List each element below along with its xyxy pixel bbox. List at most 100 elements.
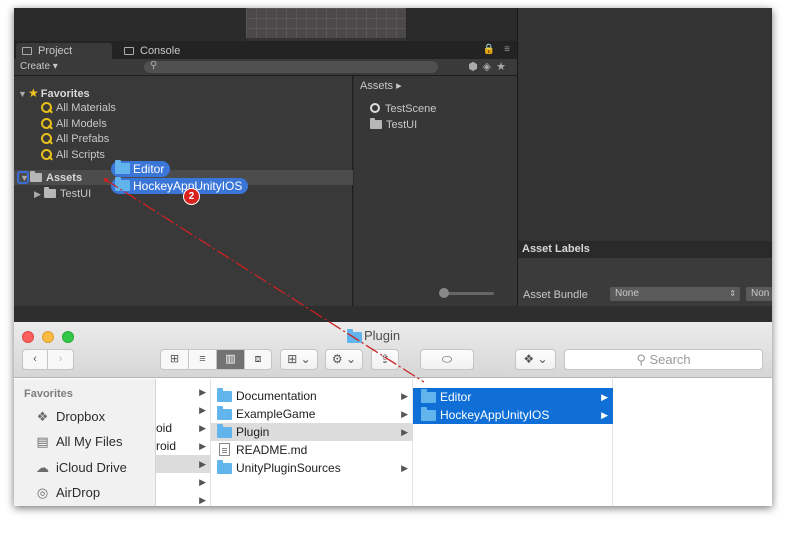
- finder-window: Plugin ‹ › ⊞ ≡ ▥ ⧈ ⊞ ⌄ ⚙ ⌄ ⇪ ⬭ ❖ ⌄ ⚲ Sea…: [14, 322, 772, 506]
- chevron-right-icon: ▶: [199, 477, 206, 487]
- tree-item-testui[interactable]: ▶ TestUI: [34, 187, 91, 202]
- folder-icon: [217, 460, 232, 474]
- sidebar-item-label: All My Files: [56, 434, 123, 449]
- folder-icon: [44, 187, 56, 198]
- favorite-item-label: All Prefabs: [56, 133, 110, 145]
- folder-icon: [217, 388, 232, 402]
- filter-icons[interactable]: ⬢◈★: [468, 60, 511, 73]
- asset-item-testui[interactable]: TestUI: [370, 118, 417, 133]
- tab-console[interactable]: Console: [118, 43, 208, 59]
- search-placeholder: Search: [649, 352, 691, 367]
- action-gear-button[interactable]: ⚙ ⌄: [325, 349, 363, 370]
- list-item[interactable]: Documentation ▶: [211, 387, 413, 405]
- list-item[interactable]: ▶: [156, 383, 211, 401]
- all-files-icon: ▤: [36, 434, 49, 449]
- sidebar-item-all-my-files[interactable]: ▤ All My Files: [34, 434, 122, 450]
- dropdown-arrows-icon: ⇕: [729, 289, 736, 298]
- disclosure-triangle-icon: ▶: [34, 189, 41, 199]
- tags-button[interactable]: ⬭: [420, 349, 474, 370]
- dropbox-toolbar-button[interactable]: ❖ ⌄: [515, 349, 556, 370]
- list-item[interactable]: ExampleGame ▶: [211, 405, 413, 423]
- close-button[interactable]: [22, 331, 34, 343]
- list-item[interactable]: README.md: [211, 441, 413, 459]
- back-button[interactable]: ‹: [23, 350, 48, 369]
- drag-count-badge: 2: [183, 188, 200, 205]
- asset-variant-value: Non: [751, 288, 770, 299]
- asset-bundle-dropdown[interactable]: None ⇕: [610, 287, 740, 301]
- assets-breadcrumb[interactable]: Assets ▸: [360, 79, 402, 92]
- create-button[interactable]: Create ▾: [20, 61, 58, 72]
- tab-menu-icons[interactable]: 🔒 ≡: [483, 44, 513, 55]
- scene-background-right: [406, 8, 517, 41]
- folder-icon: [421, 407, 436, 421]
- back-forward-buttons: ‹ ›: [22, 349, 74, 370]
- chevron-right-icon: ▶: [199, 405, 206, 415]
- list-view-button[interactable]: ≡: [189, 350, 217, 369]
- sidebar-item-airdrop[interactable]: ◎ AirDrop: [34, 485, 100, 501]
- chevron-right-icon: ▶: [199, 387, 206, 397]
- arrange-button[interactable]: ⊞ ⌄: [280, 349, 318, 370]
- chevron-right-icon: ▶: [401, 391, 408, 401]
- airdrop-icon: ◎: [36, 485, 49, 500]
- finder-column-2: Documentation ▶ ExampleGame ▶ Plugin ▶ READ…: [211, 379, 413, 506]
- list-item[interactable]: ▶: [156, 473, 211, 491]
- sidebar-item-dropbox[interactable]: ❖ Dropbox: [34, 409, 105, 425]
- list-item[interactable]: ▶: [156, 491, 211, 506]
- list-item-hockeyapp[interactable]: HockeyAppUnityIOS ▶: [413, 406, 613, 424]
- chevron-right-icon: ▶: [401, 463, 408, 473]
- search-input[interactable]: ⚲ Search: [564, 349, 763, 370]
- unity-scene-icon: [370, 103, 380, 113]
- list-item-label: Editor: [440, 390, 472, 404]
- favorite-item[interactable]: All Materials: [40, 101, 116, 116]
- icon-view-button[interactable]: ⊞: [161, 350, 189, 369]
- list-item[interactable]: roid ▶: [156, 437, 211, 455]
- asset-item-testscene[interactable]: TestScene: [370, 102, 436, 117]
- folder-tab-icon: [22, 47, 32, 55]
- dropbox-icon: ❖: [36, 409, 49, 424]
- sidebar-item-label: AirDrop: [56, 485, 101, 500]
- list-item[interactable]: UnityPluginSources ▶: [211, 459, 413, 477]
- asset-labels-area: Asset Bundle None ⇕ Non: [518, 258, 772, 306]
- favorite-item[interactable]: All Models: [40, 117, 107, 132]
- list-item-label: oid: [156, 421, 173, 435]
- zoom-slider-handle[interactable]: [439, 288, 449, 298]
- asset-labels-header: Asset Labels: [518, 241, 772, 258]
- list-item[interactable]: ▶: [156, 455, 211, 473]
- folder-icon: [217, 406, 232, 420]
- sidebar-item-icloud[interactable]: ☁ iCloud Drive: [34, 460, 127, 476]
- favorite-item[interactable]: All Prefabs: [40, 132, 109, 147]
- folder-icon: [370, 118, 382, 129]
- favorite-item[interactable]: All Scripts: [40, 148, 105, 163]
- project-toolbar: Create ▾ ⚲ ⬢◈★: [14, 59, 517, 76]
- chevron-right-icon: ▶: [199, 495, 206, 505]
- cover-flow-button[interactable]: ⧈: [245, 350, 271, 369]
- share-button[interactable]: ⇪: [371, 349, 399, 370]
- favorite-item-label: All Materials: [56, 102, 116, 114]
- search-icon: ⚲: [150, 60, 158, 71]
- favorites-label: Favorites: [40, 88, 90, 100]
- document-icon: [219, 443, 230, 456]
- favorites-row[interactable]: ▼★ Favorites: [18, 86, 90, 101]
- column-view-button[interactable]: ▥: [217, 350, 245, 369]
- zoom-button[interactable]: [62, 331, 74, 343]
- unity-tab-bar: Project Console 🔒 ≡: [14, 41, 517, 59]
- assets-row[interactable]: ▼ Assets: [20, 171, 82, 186]
- folder-icon: [115, 160, 130, 174]
- favorite-item-label: All Models: [56, 118, 107, 130]
- list-item[interactable]: Plugin ▶: [211, 423, 413, 441]
- list-item[interactable]: ▶: [156, 401, 211, 419]
- forward-button[interactable]: ›: [48, 350, 73, 369]
- finder-sidebar: Favorites ❖ Dropbox ▤ All My Files ☁ iCloud…: [14, 379, 156, 506]
- list-item[interactable]: oid ▶: [156, 419, 211, 437]
- finder-column-1: ▶ ▶ oid ▶ roid ▶ ▶ ▶ ▶: [156, 379, 211, 506]
- list-item-label: ExampleGame: [236, 407, 316, 421]
- chevron-right-icon: ▶: [601, 410, 608, 420]
- minimize-button[interactable]: [42, 331, 54, 343]
- cloud-icon: ☁: [36, 460, 49, 475]
- list-item-editor[interactable]: Editor ▶: [413, 388, 613, 406]
- zoom-slider-track[interactable]: [442, 292, 494, 295]
- project-search-input[interactable]: ⚲: [144, 60, 438, 73]
- asset-variant-dropdown[interactable]: Non: [746, 287, 772, 301]
- tab-project[interactable]: Project: [16, 43, 112, 59]
- disclosure-triangle-icon: ▼: [18, 89, 27, 99]
